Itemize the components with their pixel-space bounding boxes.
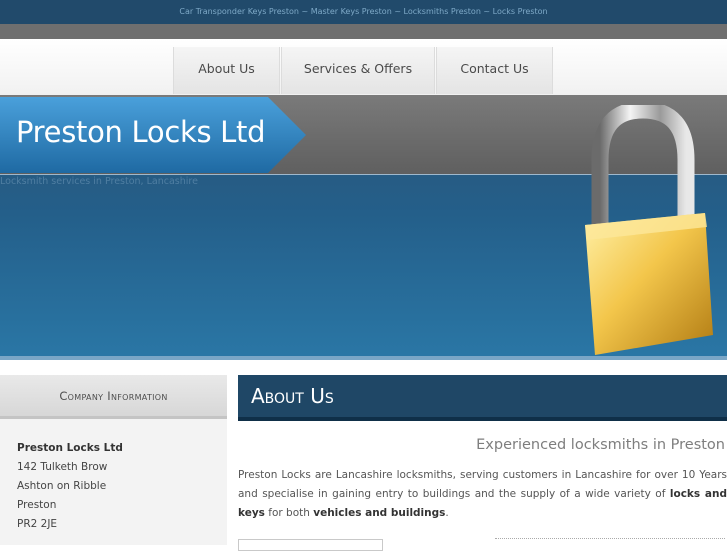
padlock-icon bbox=[585, 105, 713, 355]
nav-about-us[interactable]: About Us bbox=[173, 47, 280, 94]
main-heading-box: About Us bbox=[238, 375, 727, 421]
nav-contact-us[interactable]: Contact Us bbox=[436, 47, 553, 94]
address-line: 142 Tulketh Brow bbox=[17, 461, 108, 473]
sidebar-heading: Company Information bbox=[59, 389, 168, 403]
hero-banner: Preston Locks Ltd Locksmith services in … bbox=[0, 95, 727, 360]
address-line: Ashton on Ribble bbox=[17, 480, 107, 492]
hero-bottom-line bbox=[0, 356, 727, 360]
company-info-panel: Preston Locks Ltd 142 Tulketh Brow Ashto… bbox=[0, 419, 227, 545]
main-subheading: Experienced locksmiths in Preston bbox=[476, 437, 725, 453]
nav-services-offers[interactable]: Services & Offers bbox=[281, 47, 435, 94]
main-heading: About Us bbox=[251, 384, 334, 408]
top-keyword-bar: Car Transponder Keys Preston ~ Master Ke… bbox=[0, 0, 727, 24]
para-text: for both bbox=[264, 507, 314, 519]
site-tagline: Locksmith services in Preston, Lancashir… bbox=[0, 176, 198, 187]
about-paragraph: Preston Locks are Lancashire locksmiths,… bbox=[238, 466, 727, 523]
top-keyword-text: Car Transponder Keys Preston ~ Master Ke… bbox=[179, 7, 548, 16]
sidebar-heading-box: Company Information bbox=[0, 375, 227, 419]
address-line: PR2 2JE bbox=[17, 518, 58, 530]
image-frame-stub bbox=[238, 539, 383, 551]
company-name: Preston Locks Ltd bbox=[17, 442, 123, 454]
site-title: Preston Locks Ltd bbox=[16, 115, 266, 149]
grey-strip bbox=[0, 24, 727, 39]
para-text: . bbox=[445, 507, 449, 519]
para-bold-vehicles-buildings: vehicles and buildings bbox=[313, 507, 446, 519]
dotted-divider bbox=[495, 538, 725, 541]
address-line: Preston bbox=[17, 499, 57, 511]
para-text: Preston Locks are Lancashire locksmiths,… bbox=[238, 469, 727, 500]
